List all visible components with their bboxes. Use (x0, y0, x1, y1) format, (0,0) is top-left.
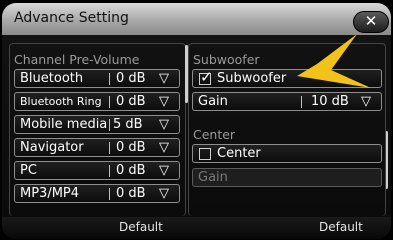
subwoofer-gain-label: Gain (198, 94, 228, 109)
subwoofer-gain-row[interactable]: Gain 10 dB ▽ (192, 92, 382, 111)
row-label: Navigator (20, 140, 84, 155)
right-default-button[interactable]: Default (319, 220, 363, 234)
triangle-down-icon: ▽ (159, 117, 169, 132)
footer-bar: Default Default (2, 217, 391, 239)
subwoofer-title: Subwoofer (193, 52, 260, 67)
subwoofer-gain-value: 10 dB (311, 94, 349, 109)
checkbox-icon (199, 148, 211, 160)
divider (301, 96, 302, 108)
pre-volume-row-mp3-mp4[interactable]: MP3/MP4 0 dB ▽ (14, 184, 180, 203)
triangle-down-icon: ▽ (159, 163, 169, 178)
divider (109, 188, 110, 200)
left-default-button[interactable]: Default (119, 220, 163, 234)
channel-pre-volume-panel: Channel Pre-Volume Bluetooth 0 dB ▽ Blue… (9, 43, 186, 216)
center-gain-row: Gain (192, 168, 382, 187)
center-toggle[interactable]: Center (192, 144, 382, 163)
divider (109, 165, 110, 177)
page-title: Advance Setting (14, 10, 129, 26)
pre-volume-row-bluetooth-ring[interactable]: Bluetooth Ring 0 dB ▽ (14, 92, 180, 111)
row-label: Bluetooth Ring (20, 95, 102, 108)
row-label: Bluetooth (20, 71, 84, 86)
divider (109, 73, 110, 85)
row-label: MP3/MP4 (20, 186, 80, 201)
center-toggle-label: Center (217, 146, 261, 161)
center-gain-label: Gain (198, 170, 228, 185)
triangle-down-icon: ▽ (159, 94, 169, 109)
row-label: PC (20, 163, 37, 178)
row-value: 0 dB (116, 71, 146, 86)
row-value: 5 dB (113, 117, 143, 132)
subwoofer-toggle-label: Subwoofer (217, 71, 287, 86)
row-value: 0 dB (116, 163, 146, 178)
check-mark-icon: ✓ (200, 68, 213, 86)
triangle-down-icon: ▽ (159, 71, 169, 86)
row-value: 0 dB (116, 186, 146, 201)
row-label: Mobile media (20, 117, 108, 132)
close-icon: ✕ (364, 12, 378, 30)
pre-volume-row-navigator[interactable]: Navigator 0 dB ▽ (14, 138, 180, 157)
pre-volume-row-pc[interactable]: PC 0 dB ▽ (14, 161, 180, 180)
triangle-down-icon: ▽ (159, 140, 169, 155)
pre-volume-row-mobile-media[interactable]: Mobile media 5 dB ▽ (14, 115, 180, 134)
settings-screen: Advance Setting ✕ Channel Pre-Volume Blu… (2, 3, 391, 239)
triangle-down-icon: ▽ (361, 94, 371, 109)
center-title: Center (193, 127, 236, 142)
row-value: 0 dB (116, 140, 146, 155)
callout-arrow-icon (297, 34, 371, 88)
divider (109, 119, 110, 131)
channel-pre-volume-title: Channel Pre-Volume (14, 52, 140, 67)
row-value: 0 dB (116, 94, 146, 109)
triangle-down-icon: ▽ (159, 186, 169, 201)
pre-volume-row-bluetooth[interactable]: Bluetooth 0 dB ▽ (14, 69, 180, 88)
device-frame: Advance Setting ✕ Channel Pre-Volume Blu… (0, 0, 393, 240)
divider (109, 96, 110, 108)
divider (109, 142, 110, 154)
